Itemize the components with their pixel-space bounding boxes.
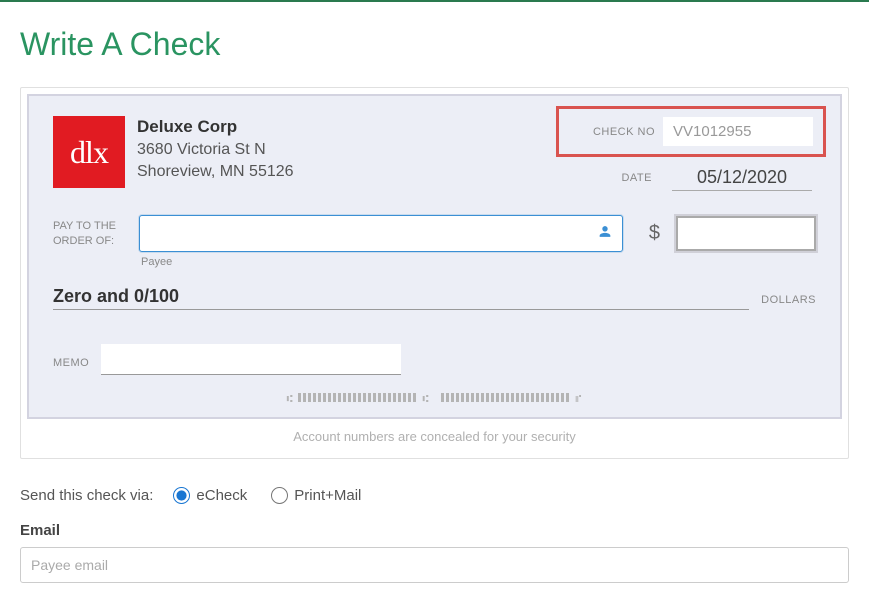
send-via-group: eCheck Print+Mail	[173, 487, 361, 504]
radio-printmail-input[interactable]	[271, 487, 288, 504]
check-number-label: CHECK NO	[593, 126, 655, 138]
payer-info: Deluxe Corp 3680 Victoria St N Shoreview…	[137, 116, 294, 188]
amount-input[interactable]	[676, 216, 816, 251]
concealed-note: Account numbers are concealed for your s…	[27, 429, 842, 444]
memo-input[interactable]	[101, 344, 401, 375]
email-input[interactable]	[20, 547, 849, 583]
radio-echeck-input[interactable]	[173, 487, 190, 504]
payee-sublabel: Payee	[141, 256, 816, 268]
email-label: Email	[20, 522, 849, 539]
dollars-label: DOLLARS	[761, 294, 816, 310]
pay-to-order-label: PAY TO THE ORDER OF:	[53, 219, 123, 248]
page-title: Write A Check	[20, 26, 849, 63]
payer-logo: dlx	[53, 116, 125, 188]
payer-name: Deluxe Corp	[137, 116, 294, 139]
micr-line: ⑆ ⑆ ⑈	[53, 389, 816, 407]
check-number-input[interactable]	[663, 117, 813, 146]
check-container: dlx Deluxe Corp 3680 Victoria St N Shore…	[20, 87, 849, 459]
person-icon[interactable]	[597, 223, 613, 244]
date-label: DATE	[621, 172, 652, 184]
amount-words: Zero and 0/100	[53, 286, 749, 310]
radio-echeck-label: eCheck	[196, 487, 247, 504]
radio-printmail-label: Print+Mail	[294, 487, 361, 504]
payer-block: dlx Deluxe Corp 3680 Victoria St N Shore…	[53, 116, 294, 188]
dollar-sign: $	[649, 222, 660, 245]
payer-address-1: 3680 Victoria St N	[137, 139, 294, 161]
radio-echeck[interactable]: eCheck	[173, 487, 247, 504]
radio-printmail[interactable]: Print+Mail	[271, 487, 361, 504]
date-value: 05/12/2020	[672, 165, 812, 191]
memo-label: MEMO	[53, 357, 89, 375]
check-number-highlight: CHECK NO	[556, 106, 826, 157]
payer-address-2: Shoreview, MN 55126	[137, 161, 294, 183]
send-via-label: Send this check via:	[20, 487, 153, 504]
payee-input[interactable]	[139, 215, 623, 252]
check-body: dlx Deluxe Corp 3680 Victoria St N Shore…	[27, 94, 842, 419]
